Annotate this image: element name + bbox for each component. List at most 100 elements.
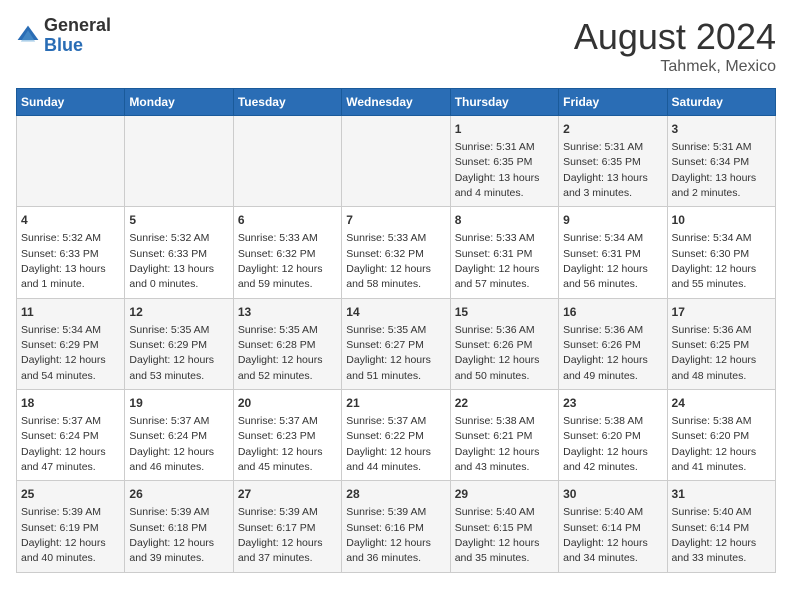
day-info: Sunrise: 5:39 AM Sunset: 6:18 PM Dayligh… [129, 506, 214, 564]
calendar-cell: 4Sunrise: 5:32 AM Sunset: 6:33 PM Daylig… [17, 207, 125, 298]
header-saturday: Saturday [667, 89, 775, 116]
day-info: Sunrise: 5:40 AM Sunset: 6:14 PM Dayligh… [672, 506, 757, 564]
header-thursday: Thursday [450, 89, 558, 116]
day-info: Sunrise: 5:37 AM Sunset: 6:24 PM Dayligh… [129, 415, 214, 473]
calendar-cell: 18 Sunrise: 5:37 AM Sunset: 6:24 PM Dayli… [17, 390, 125, 481]
day-info: Sunrise: 5:37 AM Sunset: 6:24 PM Dayligh… [21, 415, 106, 473]
day-number: 21 [346, 395, 445, 412]
day-info: Sunrise: 5:35 AM Sunset: 6:27 PM Dayligh… [346, 324, 431, 382]
calendar-cell: 25Sunrise: 5:39 AM Sunset: 6:19 PM Dayli… [17, 481, 125, 572]
day-info: Sunrise: 5:33 AM Sunset: 6:32 PM Dayligh… [238, 232, 323, 290]
header-monday: Monday [125, 89, 233, 116]
day-info: Sunrise: 5:32 AM Sunset: 6:33 PM Dayligh… [129, 232, 214, 290]
header-wednesday: Wednesday [342, 89, 450, 116]
day-info: Sunrise: 5:34 AM Sunset: 6:30 PM Dayligh… [672, 232, 757, 290]
calendar-cell: 22 Sunrise: 5:38 AM Sunset: 6:21 PM Dayli… [450, 390, 558, 481]
header-sunday: Sunday [17, 89, 125, 116]
title-block: August 2024 Tahmek, Mexico [574, 16, 776, 76]
calendar-cell: 17 Sunrise: 5:36 AM Sunset: 6:25 PM Dayli… [667, 298, 775, 389]
day-number: 30 [563, 486, 662, 503]
day-info: Sunrise: 5:38 AM Sunset: 6:20 PM Dayligh… [563, 415, 648, 473]
day-info: Sunrise: 5:37 AM Sunset: 6:23 PM Dayligh… [238, 415, 323, 473]
calendar-table: SundayMondayTuesdayWednesdayThursdayFrid… [16, 88, 776, 573]
logo: General Blue [16, 16, 111, 56]
calendar-cell: 11 Sunrise: 5:34 AM Sunset: 6:29 PM Dayli… [17, 298, 125, 389]
day-info: Sunrise: 5:34 AM Sunset: 6:31 PM Dayligh… [563, 232, 648, 290]
logo-icon [16, 24, 40, 48]
page-title: August 2024 [574, 16, 776, 58]
day-info: Sunrise: 5:40 AM Sunset: 6:15 PM Dayligh… [455, 506, 540, 564]
day-info: Sunrise: 5:38 AM Sunset: 6:21 PM Dayligh… [455, 415, 540, 473]
day-number: 11 [21, 304, 120, 321]
calendar-cell: 19 Sunrise: 5:37 AM Sunset: 6:24 PM Dayli… [125, 390, 233, 481]
day-number: 16 [563, 304, 662, 321]
day-number: 17 [672, 304, 771, 321]
day-info: Sunrise: 5:31 AM Sunset: 6:34 PM Dayligh… [672, 141, 757, 199]
day-number: 28 [346, 486, 445, 503]
logo-general: General [44, 16, 111, 36]
calendar-cell [17, 116, 125, 207]
day-number: 14 [346, 304, 445, 321]
day-number: 8 [455, 212, 554, 229]
day-number: 13 [238, 304, 337, 321]
day-info: Sunrise: 5:33 AM Sunset: 6:32 PM Dayligh… [346, 232, 431, 290]
day-info: Sunrise: 5:37 AM Sunset: 6:22 PM Dayligh… [346, 415, 431, 473]
day-number: 3 [672, 121, 771, 138]
header-row: SundayMondayTuesdayWednesdayThursdayFrid… [17, 89, 776, 116]
logo-text: General Blue [44, 16, 111, 56]
calendar-cell: 1Sunrise: 5:31 AM Sunset: 6:35 PM Daylig… [450, 116, 558, 207]
calendar-cell: 5 Sunrise: 5:32 AM Sunset: 6:33 PM Daylig… [125, 207, 233, 298]
calendar-cell: 13 Sunrise: 5:35 AM Sunset: 6:28 PM Dayli… [233, 298, 341, 389]
calendar-cell: 29 Sunrise: 5:40 AM Sunset: 6:15 PM Dayli… [450, 481, 558, 572]
day-info: Sunrise: 5:40 AM Sunset: 6:14 PM Dayligh… [563, 506, 648, 564]
calendar-cell [233, 116, 341, 207]
day-number: 27 [238, 486, 337, 503]
logo-blue: Blue [44, 36, 111, 56]
calendar-cell: 9 Sunrise: 5:34 AM Sunset: 6:31 PM Daylig… [559, 207, 667, 298]
calendar-cell: 26 Sunrise: 5:39 AM Sunset: 6:18 PM Dayli… [125, 481, 233, 572]
calendar-cell: 7 Sunrise: 5:33 AM Sunset: 6:32 PM Daylig… [342, 207, 450, 298]
day-number: 26 [129, 486, 228, 503]
header-friday: Friday [559, 89, 667, 116]
header-tuesday: Tuesday [233, 89, 341, 116]
day-info: Sunrise: 5:31 AM Sunset: 6:35 PM Dayligh… [563, 141, 648, 199]
calendar-cell: 24Sunrise: 5:38 AM Sunset: 6:20 PM Dayli… [667, 390, 775, 481]
calendar-cell: 23 Sunrise: 5:38 AM Sunset: 6:20 PM Dayli… [559, 390, 667, 481]
day-number: 12 [129, 304, 228, 321]
day-info: Sunrise: 5:39 AM Sunset: 6:19 PM Dayligh… [21, 506, 106, 564]
day-number: 9 [563, 212, 662, 229]
day-number: 4 [21, 212, 120, 229]
day-number: 20 [238, 395, 337, 412]
day-number: 22 [455, 395, 554, 412]
day-number: 23 [563, 395, 662, 412]
day-info: Sunrise: 5:39 AM Sunset: 6:16 PM Dayligh… [346, 506, 431, 564]
day-info: Sunrise: 5:31 AM Sunset: 6:35 PM Dayligh… [455, 141, 540, 199]
day-info: Sunrise: 5:39 AM Sunset: 6:17 PM Dayligh… [238, 506, 323, 564]
calendar-cell: 28 Sunrise: 5:39 AM Sunset: 6:16 PM Dayli… [342, 481, 450, 572]
day-number: 10 [672, 212, 771, 229]
day-info: Sunrise: 5:35 AM Sunset: 6:28 PM Dayligh… [238, 324, 323, 382]
calendar-cell: 27 Sunrise: 5:39 AM Sunset: 6:17 PM Dayli… [233, 481, 341, 572]
week-row-1: 1Sunrise: 5:31 AM Sunset: 6:35 PM Daylig… [17, 116, 776, 207]
day-number: 15 [455, 304, 554, 321]
day-number: 19 [129, 395, 228, 412]
calendar-cell: 8Sunrise: 5:33 AM Sunset: 6:31 PM Daylig… [450, 207, 558, 298]
week-row-5: 25Sunrise: 5:39 AM Sunset: 6:19 PM Dayli… [17, 481, 776, 572]
day-number: 5 [129, 212, 228, 229]
day-info: Sunrise: 5:34 AM Sunset: 6:29 PM Dayligh… [21, 324, 106, 382]
calendar-cell: 6Sunrise: 5:33 AM Sunset: 6:32 PM Daylig… [233, 207, 341, 298]
day-number: 29 [455, 486, 554, 503]
day-info: Sunrise: 5:36 AM Sunset: 6:25 PM Dayligh… [672, 324, 757, 382]
day-info: Sunrise: 5:36 AM Sunset: 6:26 PM Dayligh… [563, 324, 648, 382]
calendar-cell: 15Sunrise: 5:36 AM Sunset: 6:26 PM Dayli… [450, 298, 558, 389]
calendar-cell: 30 Sunrise: 5:40 AM Sunset: 6:14 PM Dayli… [559, 481, 667, 572]
page-header: General Blue August 2024 Tahmek, Mexico [16, 16, 776, 76]
week-row-2: 4 Sunrise: 5:32 AM Sunset: 6:33 PM Daylig… [17, 207, 776, 298]
calendar-cell: 12Sunrise: 5:35 AM Sunset: 6:29 PM Dayli… [125, 298, 233, 389]
week-row-3: 11 Sunrise: 5:34 AM Sunset: 6:29 PM Dayli… [17, 298, 776, 389]
calendar-cell: 2Sunrise: 5:31 AM Sunset: 6:35 PM Daylig… [559, 116, 667, 207]
day-number: 7 [346, 212, 445, 229]
calendar-cell [342, 116, 450, 207]
day-number: 18 [21, 395, 120, 412]
calendar-cell [125, 116, 233, 207]
